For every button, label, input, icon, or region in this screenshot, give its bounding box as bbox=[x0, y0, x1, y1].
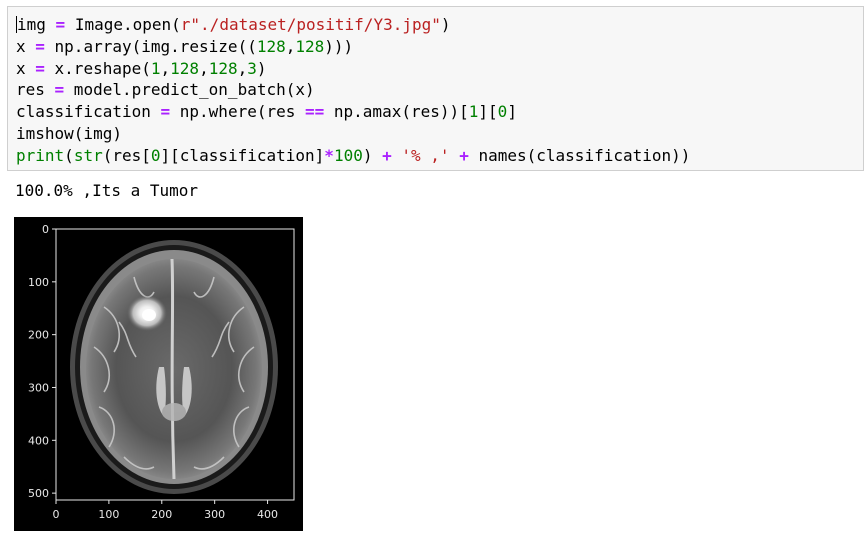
code-cell[interactable]: img = Image.open(r"./dataset/positif/Y3.… bbox=[7, 6, 864, 171]
x-tick-label: 0 bbox=[53, 508, 60, 521]
code-token: Image.open( bbox=[65, 15, 181, 34]
code-token: , bbox=[199, 58, 209, 78]
code-line: print(str(res[0][classification]*100) + … bbox=[16, 146, 690, 165]
code-token: 1 bbox=[150, 58, 161, 78]
code-token: 0 bbox=[497, 102, 508, 122]
x-tick-label: 100 bbox=[98, 508, 119, 521]
code-token: = bbox=[55, 15, 66, 34]
y-tick-label: 300 bbox=[28, 381, 49, 394]
y-tick-label: 200 bbox=[28, 329, 49, 342]
code-token: ][ bbox=[478, 102, 498, 122]
code-token: 0 bbox=[150, 145, 161, 165]
code-token: model.predict_on_batch(x) bbox=[64, 80, 315, 100]
code-token: 128 bbox=[170, 58, 200, 78]
code-token: names(classification)) bbox=[468, 145, 691, 165]
code-token: x.reshape( bbox=[44, 58, 151, 78]
code-token: print bbox=[16, 145, 65, 165]
code-token: ) bbox=[362, 145, 383, 165]
code-token: np.array(img.resize(( bbox=[44, 36, 257, 56]
code-token: np.where(res bbox=[170, 102, 305, 122]
code-line: x = np.array(img.resize((128,128))) bbox=[16, 37, 353, 56]
y-tick-label: 500 bbox=[28, 487, 49, 500]
x-tick-label: 200 bbox=[151, 508, 172, 521]
code-token: = bbox=[35, 58, 45, 78]
y-axis: 0 100 200 300 400 500 bbox=[28, 223, 56, 500]
brain-mri-image bbox=[56, 229, 294, 500]
code-token: img bbox=[17, 15, 46, 34]
y-tick-label: 0 bbox=[42, 223, 49, 236]
code-token: str bbox=[73, 145, 103, 165]
code-token: 3 bbox=[247, 58, 257, 78]
code-token: x bbox=[16, 58, 36, 78]
code-token: 128 bbox=[295, 36, 325, 56]
code-line: res = model.predict_on_batch(x) bbox=[16, 80, 315, 99]
output-figure: 0 100 200 300 400 0 100 200 300 400 500 bbox=[14, 217, 303, 531]
code-token: r"./dataset/positif/Y3.jpg" bbox=[180, 15, 441, 34]
code-token: np.amax(res))[ bbox=[324, 102, 469, 122]
code-token: imshow(img) bbox=[16, 123, 122, 143]
y-tick-label: 400 bbox=[28, 434, 49, 447]
code-token: , bbox=[285, 36, 296, 56]
code-token: = bbox=[160, 102, 171, 122]
code-line: imshow(img) bbox=[16, 124, 122, 143]
code-token: , bbox=[237, 58, 248, 78]
code-token: 100 bbox=[333, 145, 363, 165]
code-line: x = x.reshape(1,128,128,3) bbox=[16, 59, 267, 78]
code-token: , bbox=[160, 58, 171, 78]
code-token: 1 bbox=[468, 102, 479, 122]
code-token: classification bbox=[16, 102, 161, 122]
code-token: * bbox=[324, 145, 334, 165]
code-token: res bbox=[16, 80, 55, 100]
x-tick-label: 300 bbox=[204, 508, 225, 521]
code-token: '% ,' bbox=[401, 145, 450, 165]
mri-plot: 0 100 200 300 400 0 100 200 300 400 500 bbox=[28, 223, 295, 521]
code-token: 128 bbox=[256, 36, 286, 56]
code-token: ][classification] bbox=[160, 145, 325, 165]
code-token: = bbox=[54, 80, 65, 100]
code-token: ( bbox=[64, 145, 74, 165]
code-line: img = Image.open(r"./dataset/positif/Y3.… bbox=[16, 15, 451, 34]
code-line: classification = np.where(res == np.amax… bbox=[16, 102, 517, 121]
code-token: ) bbox=[256, 58, 267, 78]
code-token: ] bbox=[507, 102, 517, 122]
x-tick-label: 400 bbox=[257, 508, 278, 521]
cell-output-text: 100.0% ,Its a Tumor bbox=[15, 181, 199, 200]
x-axis: 0 100 200 300 400 bbox=[53, 500, 278, 521]
code-token: (res[ bbox=[102, 145, 151, 165]
y-tick-label: 100 bbox=[28, 276, 49, 289]
code-token: ) bbox=[440, 15, 451, 34]
code-editor[interactable]: img = Image.open(r"./dataset/positif/Y3.… bbox=[16, 14, 690, 167]
code-token: + bbox=[459, 145, 469, 165]
code-token: ))) bbox=[324, 36, 354, 56]
code-token: + bbox=[382, 145, 392, 165]
code-token: x bbox=[16, 36, 36, 56]
code-token: 128 bbox=[208, 58, 238, 78]
code-token: == bbox=[305, 102, 325, 122]
code-token: = bbox=[35, 36, 45, 56]
